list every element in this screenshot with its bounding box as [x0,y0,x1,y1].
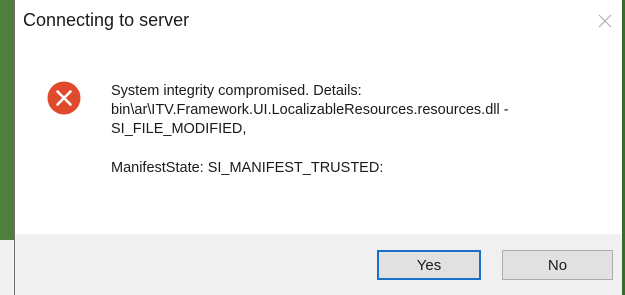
dialog-button-bar: Yes No [15,234,622,295]
no-button[interactable]: No [502,250,613,280]
message-line-2: bin\ar\ITV.Framework.UI.LocalizableResou… [111,102,509,118]
yes-button[interactable]: Yes [377,250,481,280]
background-bottom-left [0,240,14,295]
message-manifest-state: ManifestState: SI_MANIFEST_TRUSTED: [111,160,384,176]
message-line-3: SI_FILE_MODIFIED, [111,121,247,137]
dialog-titlebar[interactable]: Connecting to server [15,0,622,44]
error-icon [47,81,81,115]
message-line-1: System integrity compromised. Details: [111,83,362,99]
close-icon [598,14,612,28]
dialog-content: System integrity compromised. Details: b… [15,44,622,234]
close-button[interactable] [588,4,622,38]
background-left-edge [0,0,14,240]
dialog-title: Connecting to server [23,10,190,30]
message-dialog: Connecting to server System integrity co… [14,0,622,295]
dialog-message: System integrity compromised. Details: b… [111,82,601,178]
